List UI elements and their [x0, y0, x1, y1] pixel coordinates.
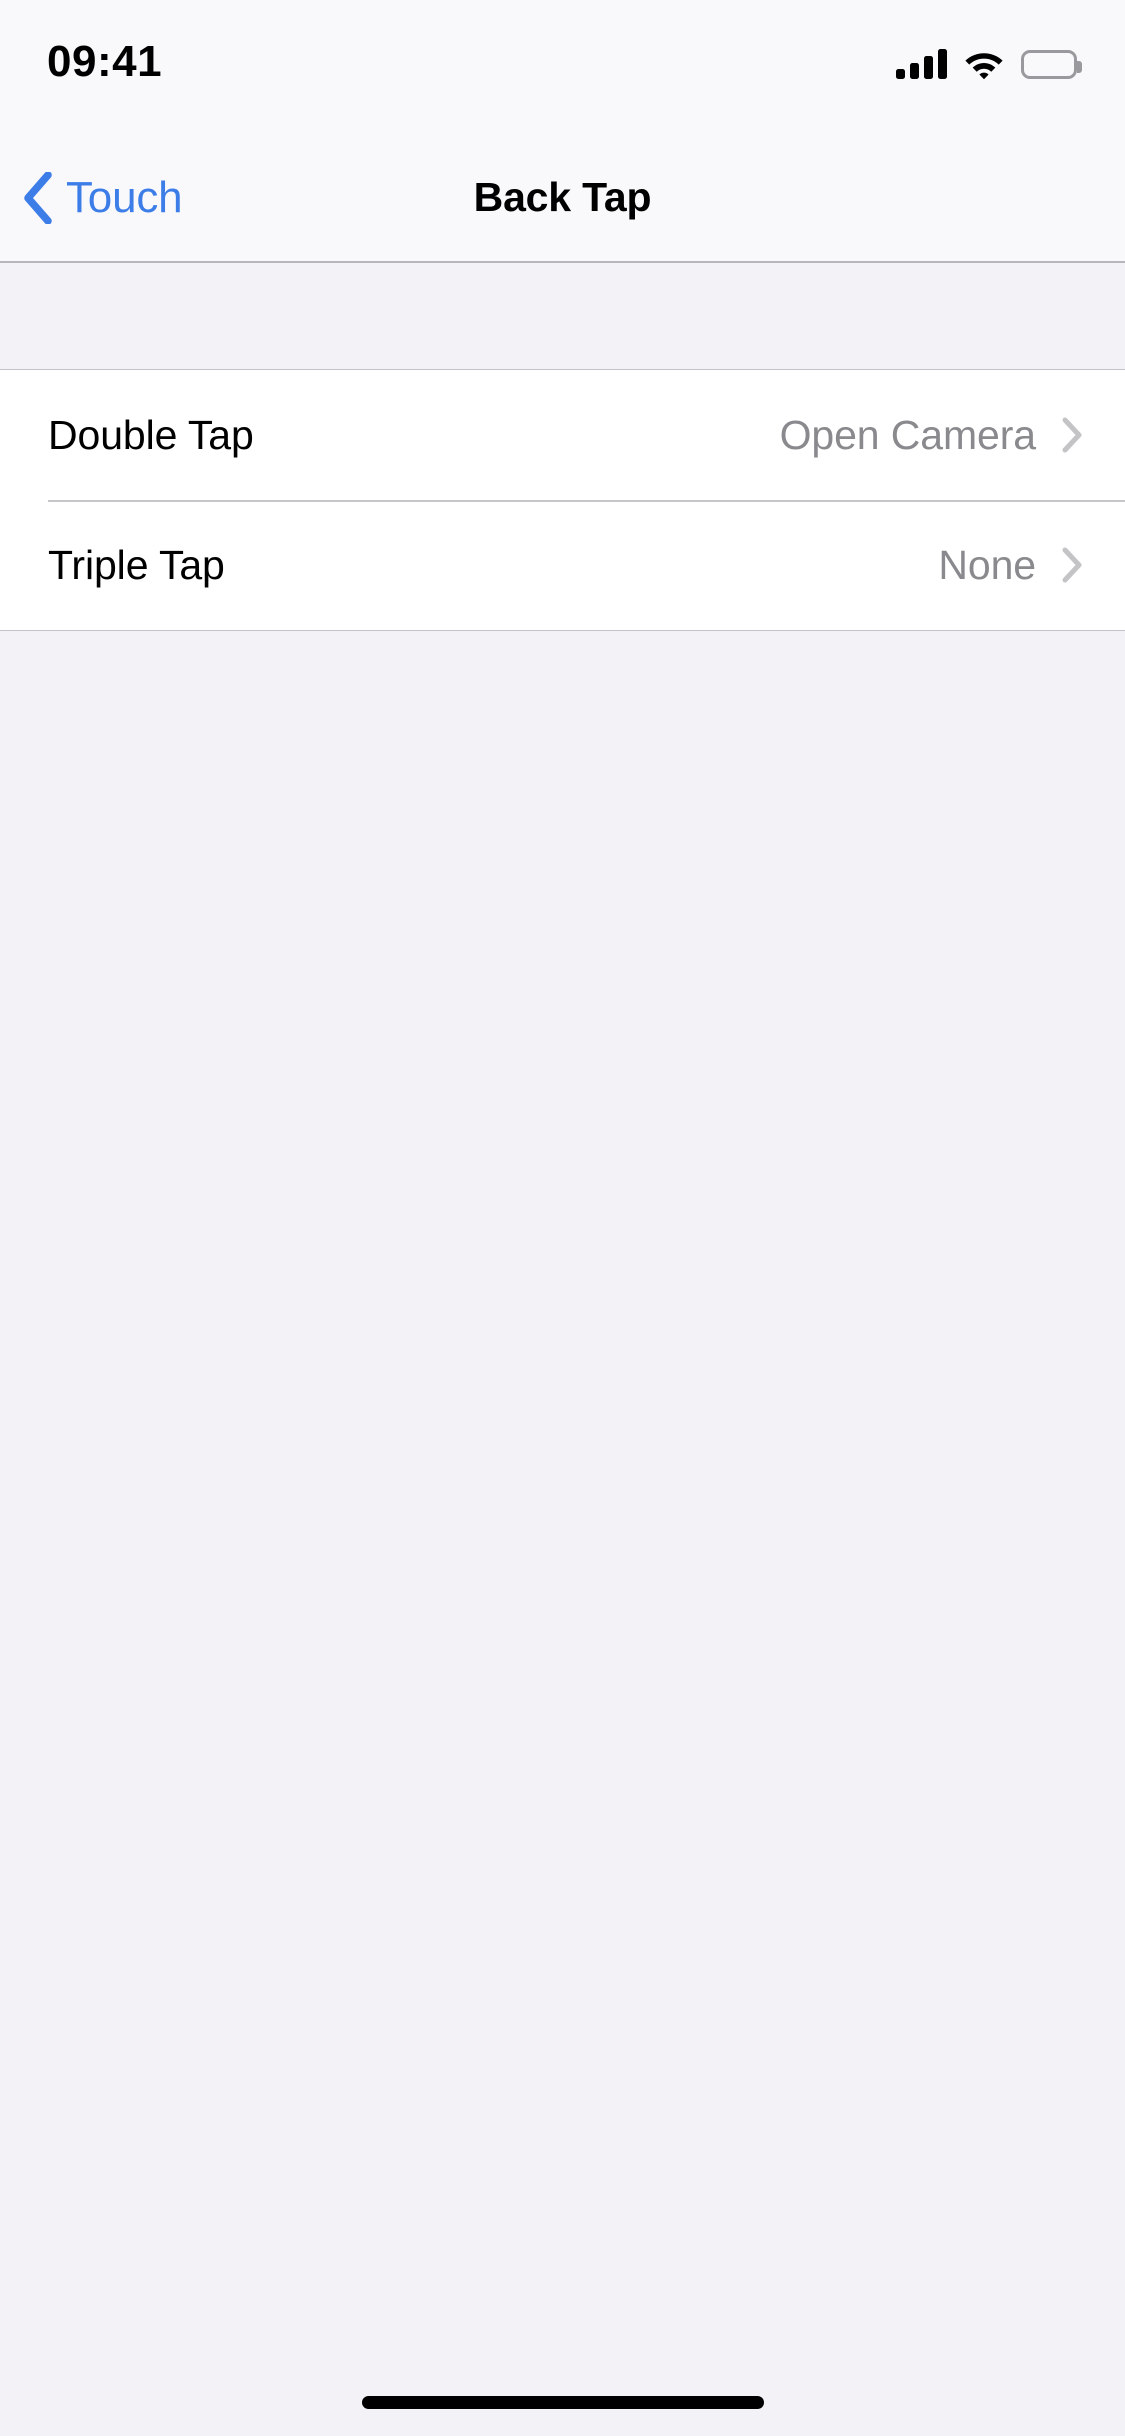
status-bar-time: 09:41: [47, 37, 163, 86]
chevron-right-icon: [1062, 547, 1083, 583]
back-tap-settings-group: Double Tap Open Camera Triple Tap None: [0, 369, 1125, 631]
home-indicator[interactable]: [361, 2395, 764, 2409]
row-value: Open Camera: [779, 412, 1037, 458]
battery-icon: [1021, 49, 1082, 79]
home-indicator-area: [0, 2350, 1125, 2436]
status-bar: 09:41: [0, 0, 1125, 132]
page-title: Back Tap: [473, 174, 652, 220]
navigation-bar: Touch Back Tap: [0, 132, 1125, 263]
row-label: Triple Tap: [48, 542, 225, 588]
row-triple-tap[interactable]: Triple Tap None: [0, 500, 1125, 630]
iphone-screen: 09:41 Touch Back Tap Double Tap Open Cam…: [0, 0, 1125, 2436]
battery-cap: [1077, 60, 1082, 73]
row-double-tap[interactable]: Double Tap Open Camera: [0, 370, 1125, 500]
row-label: Double Tap: [48, 412, 254, 458]
settings-content: Double Tap Open Camera Triple Tap None: [0, 263, 1125, 2436]
cellular-signal-icon: [896, 49, 947, 79]
status-bar-indicators: [896, 44, 1082, 84]
top-spacer: [0, 263, 1125, 369]
wifi-icon: [963, 49, 1005, 80]
row-value: None: [938, 542, 1036, 588]
chevron-right-icon: [1062, 417, 1083, 453]
